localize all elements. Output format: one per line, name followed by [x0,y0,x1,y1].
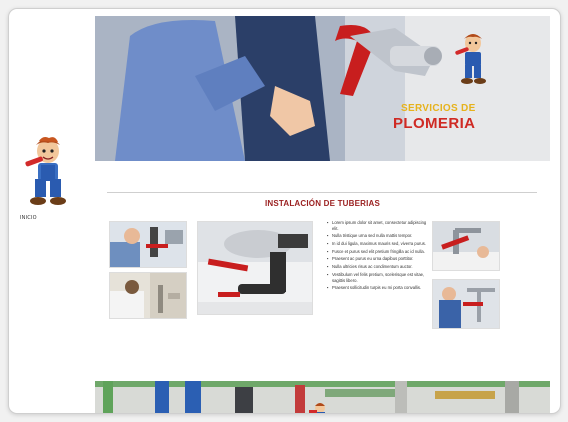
sidebar: INICIO [9,9,93,413]
list-item: Fusce et purus sed elit pretium fringill… [327,249,430,255]
photo-plumber-sink [109,221,187,268]
list-item: Praesent sollicitudin turpis eu mi porta… [327,285,430,291]
bottom-mascot-icon [309,403,325,413]
list-item: Nulla tristique urna sed nulla mattis te… [327,233,430,239]
section-divider [107,192,537,193]
photo-pipe-installation [197,221,313,315]
hero-title: PLOMERIA [393,115,476,132]
plumber-mascot-logo[interactable] [23,135,73,207]
hero-subtitle: SERVICIOS DE [401,103,476,114]
features-list: Lorem ipsum dolor sit amet, consectetur … [327,220,430,293]
list-item: Lorem ipsum dolor sit amet, consectetur … [327,220,430,231]
nav-item-inicio[interactable]: INICIO [20,215,37,221]
list-item: Vestibulum vel felis pretium, scelerisqu… [327,272,430,283]
photo-faucet-repair [432,221,500,271]
section-title: INSTALACIÓN DE TUBERIAS [264,199,381,208]
list-item: In id dui ligula, maximus mauris sed, vi… [327,241,430,247]
hero-plumber-mascot-icon [455,34,486,84]
photo-plumber-pipes [432,279,500,329]
list-item: Nulla ultricies risus ac condimentum auc… [327,264,430,270]
photo-plumber-wall [109,272,187,319]
list-item: Praesent ac purus eu urna dapibus portti… [327,256,430,262]
hero-banner: SERVICIOS DE PLOMERIA [95,16,550,161]
page-frame: INICIO SERVICIOS DE PLOMERIA INSTALACIÓN… [8,8,561,414]
